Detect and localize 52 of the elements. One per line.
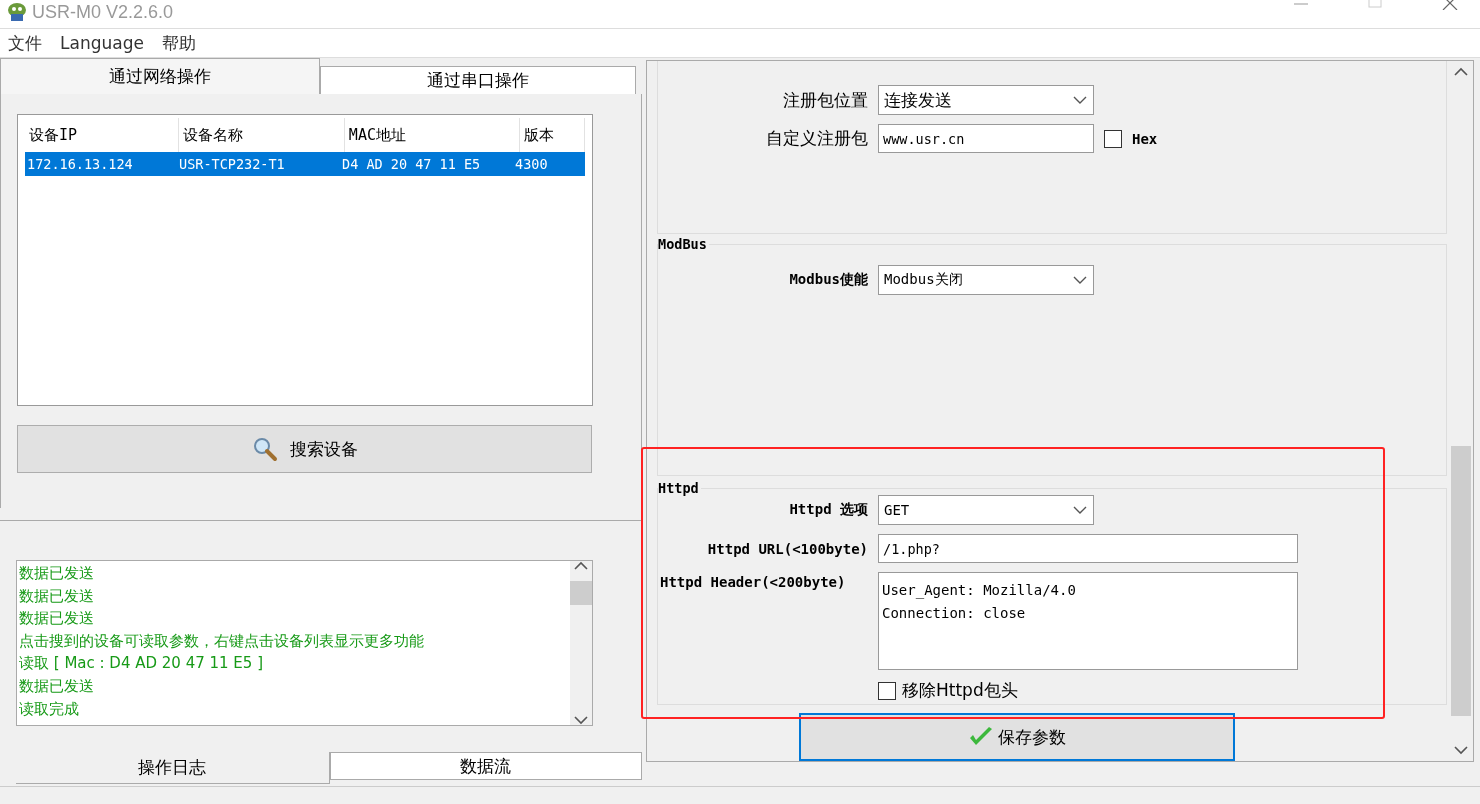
chevron-down-icon xyxy=(1073,505,1087,515)
field-label: 注册包位置 xyxy=(782,88,868,112)
menu-item[interactable]: 帮助 xyxy=(159,31,198,55)
group-title: ModBus xyxy=(658,236,709,252)
chevron-down-icon xyxy=(1073,275,1087,285)
chevron-down-icon xyxy=(1073,95,1087,105)
field-label: Modbus使能 xyxy=(788,271,868,289)
search-button[interactable]: 搜索设备 xyxy=(17,425,592,473)
checkbox-label: 移除Httpd包头 xyxy=(902,679,1018,703)
log-line: 数据已发送 xyxy=(19,608,95,630)
field-label: Httpd Header(<200byte) xyxy=(659,574,847,591)
log-line: 读取 [ Mac : D4 AD 20 47 11 E5 ] xyxy=(19,653,264,675)
field-label: 自定义注册包 xyxy=(765,127,868,150)
log-line: 读取完成 xyxy=(19,698,80,720)
log-line: 数据已发送 xyxy=(19,585,95,607)
input-field[interactable]: www.usr.cn xyxy=(878,124,1094,153)
tab[interactable]: 操作日志 xyxy=(16,752,330,784)
tab[interactable]: 通过串口操作 xyxy=(320,66,636,94)
save-button[interactable]: 保存参数 xyxy=(799,713,1235,761)
table-cell-text: 172.16.13.124 xyxy=(26,156,134,172)
close-icon[interactable] xyxy=(1442,0,1458,10)
field-label: Httpd URL(<100byte) xyxy=(706,540,868,557)
checkmark-icon xyxy=(968,726,994,748)
search-icon xyxy=(251,436,278,462)
scroll-down-icon[interactable] xyxy=(1454,746,1468,755)
dropdown[interactable]: Modbus关闭 xyxy=(878,265,1094,295)
table-row[interactable]: 172.16.13.124 USR-TCP232-T1 D4 AD 20 47 11 E5 4300 xyxy=(25,152,585,176)
log-line: 点击搜到的设备可读取参数，右键点击设备列表显示更多功能 xyxy=(19,630,425,652)
menu-item[interactable]: Language xyxy=(58,33,146,53)
table-cell-text: 4300 xyxy=(514,156,549,172)
dropdown[interactable]: GET xyxy=(878,495,1094,526)
table-cell-text: D4 AD 20 47 11 E5 xyxy=(341,156,482,172)
checkbox[interactable] xyxy=(878,681,896,700)
tab[interactable]: 数据流 xyxy=(329,752,642,780)
log-line: 数据已发送 xyxy=(19,563,95,584)
table-cell-text: USR-TCP232-T1 xyxy=(178,156,286,172)
group-title: Httpd xyxy=(658,480,701,497)
field-label: Httpd 选项 xyxy=(788,501,868,520)
log-line: 数据已发送 xyxy=(19,675,95,697)
menu-item[interactable]: 文件 xyxy=(6,31,44,55)
scrollbar-thumb[interactable] xyxy=(570,581,592,605)
checkbox-label: Hex xyxy=(1132,130,1158,147)
window-title: USR-M0 V2.2.6.0 xyxy=(32,2,174,23)
tab[interactable]: 通过网络操作 xyxy=(0,58,320,94)
scroll-up-icon[interactable] xyxy=(1454,67,1468,76)
scrollbar-thumb[interactable] xyxy=(1451,446,1471,716)
scroll-up-icon[interactable] xyxy=(574,561,588,570)
text-area[interactable]: User_Agent: Mozilla/4.0 Connection: close xyxy=(878,572,1298,671)
input-field[interactable]: /1.php? xyxy=(878,534,1298,564)
dropdown[interactable]: 连接发送 xyxy=(878,85,1094,115)
checkbox[interactable] xyxy=(1104,129,1122,148)
scroll-down-icon[interactable] xyxy=(574,716,588,725)
